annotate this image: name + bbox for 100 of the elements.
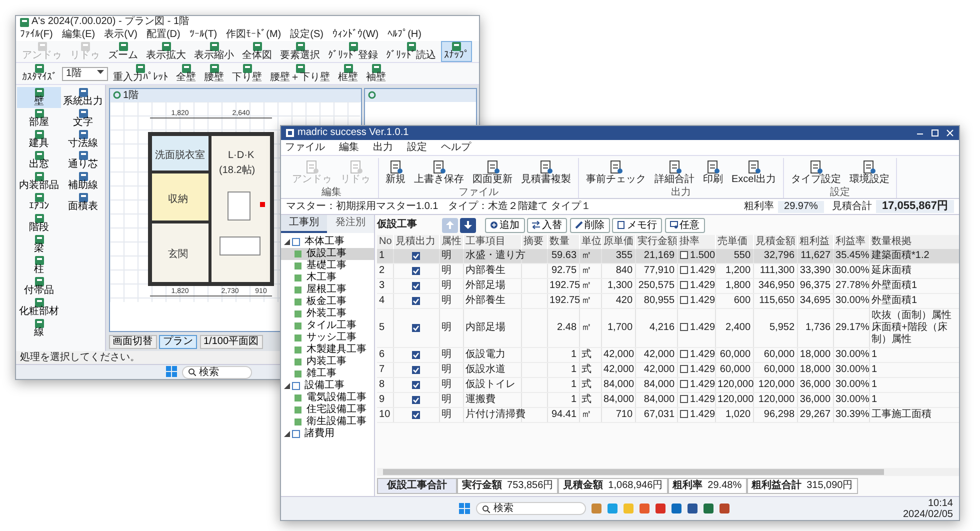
tree-item[interactable]: 板金工事 [281, 296, 374, 308]
sidebar-tool[interactable]: 建具 [17, 129, 61, 150]
panel-tab[interactable]: 工事別 [281, 215, 328, 233]
panel-tab[interactable]: 発注別 [327, 215, 374, 233]
column-header[interactable]: 数量根拠 [869, 235, 959, 249]
sidebar-tool[interactable]: 補助線 [61, 171, 105, 192]
toolbar-button[interactable]: 腰壁＋下り壁 [267, 63, 333, 84]
tree-item[interactable]: 外装工事 [281, 308, 374, 320]
column-header[interactable]: 粗利益 [797, 235, 834, 249]
toolbar-button[interactable]: ｶｽﾀﾏｲｽﾞ [19, 63, 60, 84]
toolbar-button[interactable]: ｸﾞﾘｯﾄﾞ読込 [383, 41, 439, 62]
column-header[interactable]: 工事項目 [463, 235, 522, 249]
column-header[interactable]: 数量 [547, 235, 580, 249]
menu-item[interactable]: 設定(S) [290, 28, 324, 41]
checkbox[interactable] [680, 323, 688, 331]
toolbar-button[interactable]: 表示縮小 [191, 41, 237, 62]
column-header[interactable]: 属性 [439, 235, 464, 249]
menu-item[interactable]: 表示(V) [104, 28, 138, 41]
column-header[interactable]: 売単価 [715, 235, 754, 249]
toolbar-button[interactable]: ｸﾞﾘｯﾄﾞ登録 [325, 41, 381, 62]
toolbar-button[interactable]: ズーム [105, 41, 141, 62]
ribbon-button[interactable]: 詳細合計 [652, 158, 698, 187]
column-header[interactable]: No [377, 235, 394, 249]
checkbox[interactable] [680, 410, 688, 418]
toolbar-button[interactable]: 表示拡大 [143, 41, 189, 62]
column-header[interactable]: 掛率 [677, 235, 716, 249]
tree-item[interactable]: 仮設工事 [281, 248, 374, 260]
checkbox[interactable] [412, 267, 420, 275]
tree-item[interactable]: 雑工事 [281, 368, 374, 380]
menu-item[interactable]: 編集 [339, 140, 359, 155]
column-header[interactable]: 単位 [579, 235, 602, 249]
floor-select[interactable]: 1階 [62, 66, 108, 80]
menu-item[interactable]: 配置(D) [146, 28, 180, 41]
checkbox[interactable] [680, 251, 688, 259]
sidebar-tool[interactable]: 付帯品 [17, 276, 61, 297]
toolbar-button[interactable]: メモ行 [612, 218, 662, 232]
view-tab[interactable]: 1/100平面図 [200, 334, 263, 348]
menu-item[interactable]: ﾍﾙﾌﾟ(H) [388, 28, 422, 41]
tree-item[interactable]: 電気設備工事 [281, 392, 374, 404]
ribbon-button[interactable]: Excel出力 [728, 158, 779, 187]
toolbar-button[interactable]: 追加 [484, 218, 525, 232]
checkbox[interactable] [412, 252, 420, 260]
column-header[interactable]: 利益率 [833, 235, 870, 249]
menu-item[interactable]: ｳｨﾝﾄﾞｳ(W) [332, 28, 379, 41]
tree-item[interactable]: 衛生設備工事 [281, 416, 374, 428]
checkbox[interactable] [680, 281, 688, 289]
toolbar-button[interactable]: 入替 [527, 218, 568, 232]
ribbon-button[interactable]: 図面更新 [470, 158, 516, 187]
toolbar-button[interactable]: 任意 [664, 218, 705, 232]
menu-item[interactable]: ヘルプ [441, 140, 471, 155]
column-header[interactable]: 見積金額 [753, 235, 798, 249]
tree-item[interactable]: 設備工事 [281, 380, 374, 392]
menu-item[interactable]: 編集(E) [62, 28, 96, 41]
search-field[interactable]: 検索 [182, 366, 252, 378]
column-header[interactable]: 見積出力 [393, 235, 440, 249]
menu-item[interactable]: ﾌｧｲﾙ(F) [20, 28, 53, 41]
tree-item[interactable]: 本体工事 [281, 236, 374, 248]
toolbar-button[interactable]: ｽﾅｯﾌﾟ [441, 41, 472, 62]
menu-item[interactable]: ファイル [285, 140, 325, 155]
menu-item[interactable]: 設定 [407, 140, 427, 155]
toolbar-button[interactable]: 全体図 [239, 41, 275, 62]
down-button[interactable] [460, 218, 476, 232]
tree-item[interactable]: 住宅設備工事 [281, 404, 374, 416]
sidebar-tool[interactable]: 化粧部材 [17, 297, 61, 318]
column-header[interactable]: 実行金額 [635, 235, 678, 249]
toolbar-button[interactable]: 全壁 [173, 63, 199, 84]
checkbox[interactable] [680, 296, 688, 304]
ribbon-button[interactable]: 環境設定 [846, 158, 892, 187]
search-field[interactable]: 検索 [476, 502, 586, 515]
tree-item[interactable]: サッシ工事 [281, 332, 374, 344]
view-tab[interactable]: プラン [159, 334, 197, 348]
toolbar-button[interactable]: 要素選択 [277, 41, 323, 62]
checkbox[interactable] [412, 282, 420, 290]
toolbar-button[interactable]: 框壁 [335, 63, 361, 84]
scrollbar[interactable] [377, 468, 959, 476]
column-header[interactable]: 摘要 [521, 235, 548, 249]
checkbox[interactable] [412, 381, 420, 389]
sidebar-tool[interactable]: 線 [17, 318, 61, 339]
tree-item[interactable]: タイル工事 [281, 320, 374, 332]
column-header[interactable]: 原単価 [601, 235, 636, 249]
checkbox[interactable] [412, 351, 420, 359]
sidebar-tool[interactable]: 階段 [17, 213, 61, 234]
sidebar-tool[interactable]: 系統出力 [61, 87, 105, 108]
checkbox[interactable] [412, 396, 420, 404]
sidebar-tool[interactable]: 面積表 [61, 192, 105, 213]
sidebar-tool[interactable]: 壁 [17, 87, 61, 108]
toolbar-button[interactable]: 腰壁 [201, 63, 227, 84]
ribbon-button[interactable]: 印刷 [700, 158, 726, 187]
sidebar-tool[interactable]: 通り芯 [61, 150, 105, 171]
tree-item[interactable]: 屋根工事 [281, 284, 374, 296]
menu-item[interactable]: ﾂｰﾙ(T) [189, 28, 218, 41]
sidebar-tool[interactable]: 出窓 [17, 150, 61, 171]
sidebar-tool[interactable]: 柱 [17, 255, 61, 276]
ribbon-button[interactable]: 上書き保存 [411, 158, 467, 187]
tree-item[interactable]: 基礎工事 [281, 260, 374, 272]
view-tab[interactable]: 画面切替 [108, 334, 156, 348]
sidebar-tool[interactable]: 梁 [17, 234, 61, 255]
toolbar-button[interactable]: 袖壁 [363, 63, 389, 84]
toolbar-button[interactable]: 下り壁 [229, 63, 265, 84]
menu-item[interactable]: 出力 [373, 140, 393, 155]
